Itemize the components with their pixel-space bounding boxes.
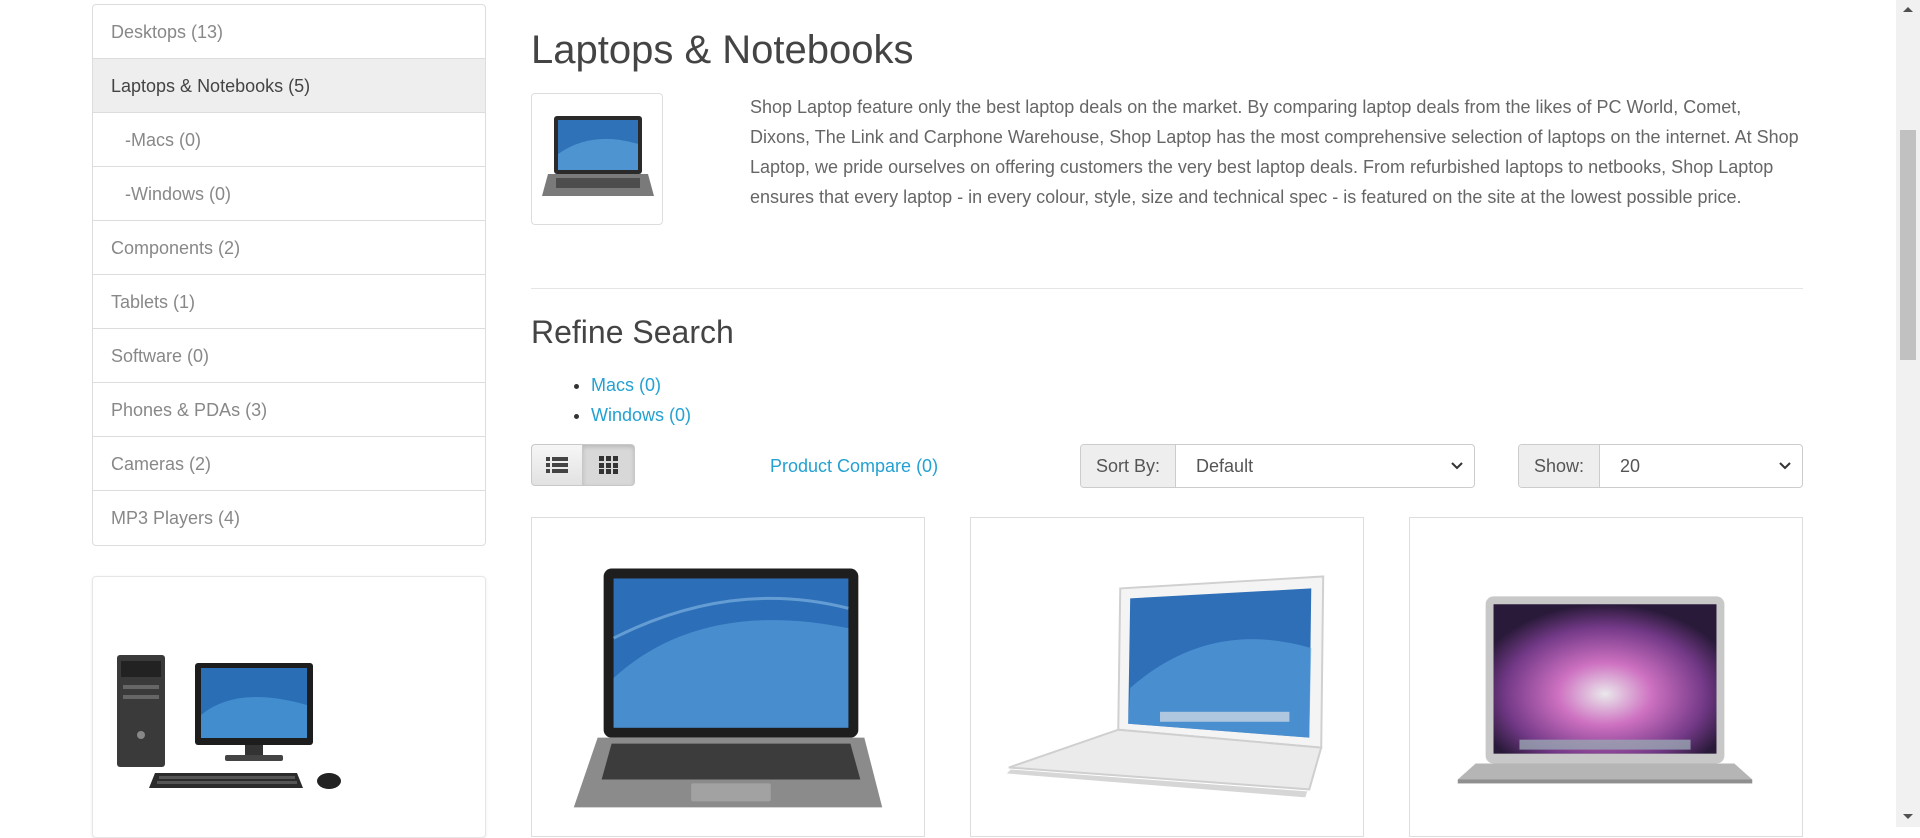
page-title: Laptops & Notebooks: [531, 28, 914, 72]
sort-by-select[interactable]: Default: [1176, 445, 1474, 487]
view-toggle-group: [531, 444, 635, 486]
category-description: Shop Laptop feature only the best laptop…: [750, 97, 1799, 207]
list-item: Macs (0): [591, 370, 691, 400]
refine-search-title: Refine Search: [531, 314, 734, 350]
chevron-down-icon: [1451, 462, 1463, 470]
grid-view-button[interactable]: [583, 444, 635, 486]
sort-by-group: Sort By: Default: [1080, 444, 1475, 488]
refine-link-windows[interactable]: Windows (0): [591, 405, 691, 425]
sidebar-item-laptops-notebooks[interactable]: Laptops & Notebooks (5): [93, 59, 485, 113]
scroll-down-arrow-icon[interactable]: [1896, 810, 1920, 824]
list-item: Windows (0): [591, 400, 691, 430]
category-thumbnail: [531, 93, 663, 225]
list-view-button[interactable]: [531, 444, 583, 486]
product-card: [1409, 517, 1803, 837]
grid-icon: [598, 456, 618, 474]
sidebar-item-phones-pdas[interactable]: Phones & PDAs (3): [93, 383, 485, 437]
divider: [531, 288, 1803, 289]
product-compare-link[interactable]: Product Compare (0): [770, 456, 938, 477]
sidebar-item-components[interactable]: Components (2): [93, 221, 485, 275]
macbook-air-image[interactable]: [1410, 518, 1802, 828]
page-scrollbar[interactable]: [1896, 0, 1920, 827]
show-value: 20: [1620, 456, 1641, 476]
sidebar-item-macs[interactable]: -Macs (0): [93, 113, 485, 167]
category-list: Desktops (13) Laptops & Notebooks (5) -M…: [92, 4, 486, 546]
sidebar-item-windows[interactable]: -Windows (0): [93, 167, 485, 221]
scrollbar-thumb[interactable]: [1900, 130, 1916, 360]
product-card: [970, 517, 1364, 837]
chevron-down-icon: [1779, 462, 1791, 470]
show-group: Show: 20: [1518, 444, 1803, 488]
refine-search-list: Macs (0) Windows (0): [571, 370, 691, 430]
scroll-up-arrow-icon[interactable]: [1896, 2, 1920, 16]
sort-by-value: Default: [1196, 456, 1254, 476]
laptop-image: [542, 116, 654, 196]
sidebar-banner[interactable]: [92, 576, 486, 838]
category-sidebar: Desktops (13) Laptops & Notebooks (5) -M…: [92, 4, 486, 838]
show-select[interactable]: 20: [1600, 445, 1802, 487]
sidebar-item-desktops[interactable]: Desktops (13): [93, 5, 485, 59]
list-icon: [546, 457, 568, 473]
product-card: [531, 517, 925, 837]
hp-laptop-image[interactable]: [532, 518, 924, 828]
sort-by-label: Sort By:: [1081, 445, 1177, 487]
sidebar-item-cameras[interactable]: Cameras (2): [93, 437, 485, 491]
sidebar-item-tablets[interactable]: Tablets (1): [93, 275, 485, 329]
sidebar-item-software[interactable]: Software (0): [93, 329, 485, 383]
sidebar-item-mp3-players[interactable]: MP3 Players (4): [93, 491, 485, 545]
show-label: Show:: [1519, 445, 1601, 487]
white-macbook-image[interactable]: [971, 518, 1363, 828]
desktop-computer-image: [117, 655, 341, 789]
refine-link-macs[interactable]: Macs (0): [591, 375, 661, 395]
